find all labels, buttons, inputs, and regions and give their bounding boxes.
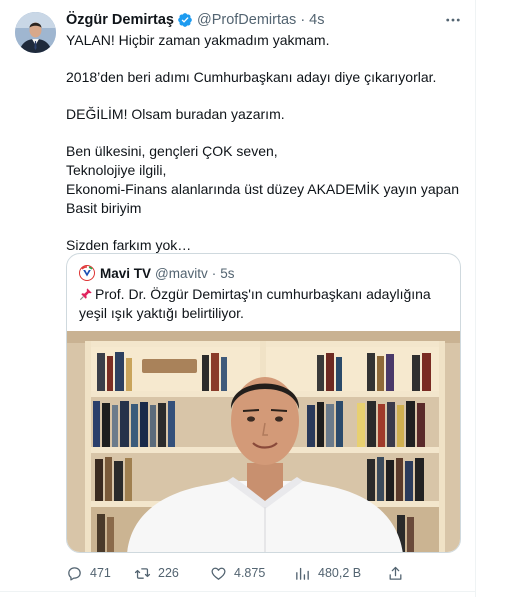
author-handle[interactable]: @ProfDemirtas — [197, 12, 296, 28]
retweet-button[interactable]: 226 — [134, 562, 179, 584]
quoted-author-handle[interactable]: @mavitv — [155, 266, 208, 281]
tweet-line: Ben ülkesini, gençleri ÇOK seven, — [66, 143, 278, 159]
quoted-tweet-time[interactable]: 5s — [220, 266, 234, 281]
retweet-icon — [134, 567, 151, 579]
like-button[interactable]: 4.875 — [210, 562, 265, 584]
tweet-line: YALAN! Hiçbir zaman yakmadım yakmam. — [66, 32, 330, 48]
author-name[interactable]: Özgür Demirtaş — [66, 12, 174, 28]
tweet-line: Ekonomi-Finans alanlarında üst düzey AKA… — [66, 181, 459, 197]
quoted-tweet-header: Mavi TV @mavitv · 5s — [79, 264, 235, 282]
reply-count: 471 — [90, 566, 111, 580]
quoted-tweet-text: Prof. Dr. Özgür Demirtaş'ın cumhurbaşkan… — [79, 285, 451, 323]
divider — [0, 591, 475, 592]
reply-icon — [68, 566, 81, 581]
tweet-card[interactable]: Özgür Demirtaş @ProfDemirtas · 4s YALAN!… — [0, 0, 476, 597]
views-count: 480,2 B — [318, 566, 362, 580]
tweet-line: Basit biriyim — [66, 200, 142, 216]
author-avatar[interactable] — [15, 12, 56, 53]
tweet-time[interactable]: 4s — [309, 12, 324, 28]
tweet-line: DEĞİLİM! Olsam buradan yazarım. — [66, 106, 285, 122]
quoted-author-name[interactable]: Mavi TV — [100, 266, 151, 281]
quoted-tweet[interactable]: Mavi TV @mavitv · 5s Prof. Dr. Özgür Dem… — [66, 253, 461, 553]
mavi-tv-logo-icon — [79, 265, 95, 281]
tweet-line: Teknolojiye ilgili, — [66, 162, 167, 178]
tweet-actions: 471 226 4.875 480,2 B — [66, 562, 466, 584]
more-horizontal-icon[interactable] — [444, 11, 462, 29]
retweet-count: 226 — [158, 566, 179, 580]
reply-button[interactable]: 471 — [66, 562, 111, 584]
separator-dot: · — [211, 265, 217, 281]
share-button[interactable] — [387, 562, 411, 584]
quoted-tweet-body: Prof. Dr. Özgür Demirtaş'ın cumhurbaşkan… — [79, 286, 431, 321]
quoted-media-image[interactable] — [67, 331, 460, 552]
verified-badge-icon — [178, 13, 192, 27]
tweet-header: Özgür Demirtaş @ProfDemirtas · 4s — [66, 10, 324, 30]
share-icon — [389, 566, 402, 580]
views-chart-icon — [296, 567, 309, 580]
like-count: 4.875 — [234, 566, 266, 580]
heart-icon — [211, 567, 226, 580]
tweet-text: YALAN! Hiçbir zaman yakmadım yakmam. 201… — [66, 31, 466, 255]
views-button[interactable]: 480,2 B — [294, 562, 361, 584]
pushpin-icon — [79, 288, 92, 301]
separator-dot: · — [300, 12, 306, 28]
tweet-line: 2018’den beri adımı Cumhurbaşkanı adayı … — [66, 69, 437, 85]
